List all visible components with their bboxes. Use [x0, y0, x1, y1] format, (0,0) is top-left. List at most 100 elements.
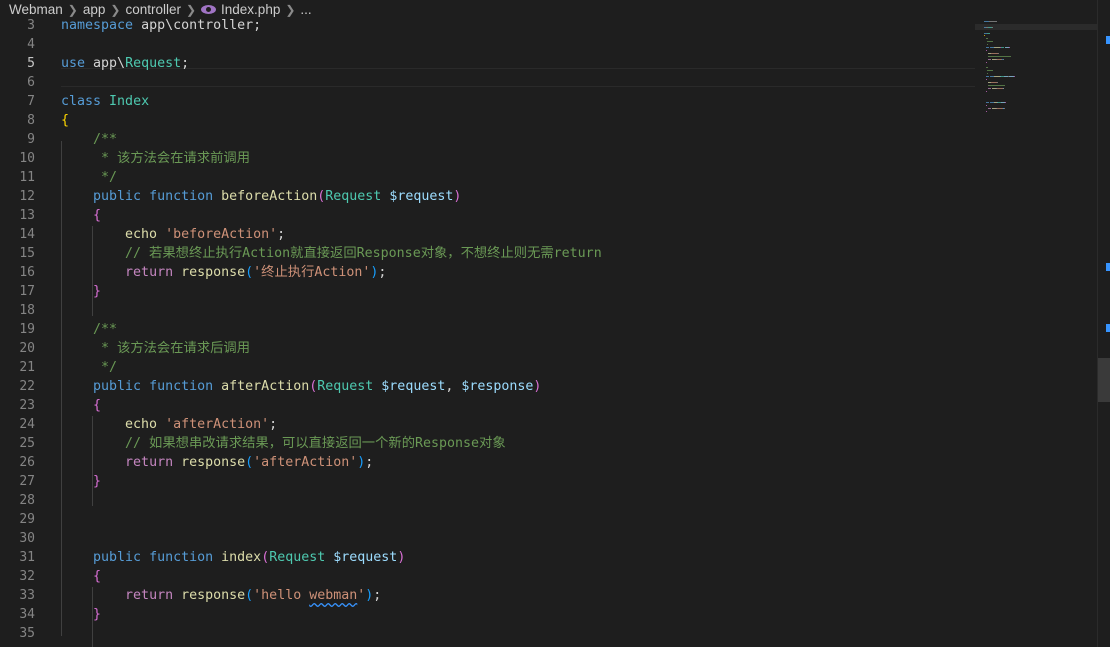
code-line[interactable]: 6 [0, 73, 975, 92]
code-token: 'hello [253, 588, 310, 603]
code-line[interactable]: 9 /** [0, 130, 975, 149]
code-line[interactable]: 29 [0, 510, 975, 529]
minimap-viewport[interactable] [975, 24, 1097, 30]
code-token: { [93, 208, 102, 223]
scrollbar-thumb[interactable] [1098, 358, 1110, 402]
minimap[interactable] [975, 0, 1097, 647]
code-line[interactable]: 5 use app\Request; [0, 54, 975, 73]
code-text: */ [61, 168, 117, 187]
code-text: */ [61, 358, 117, 377]
code-line[interactable]: 8{ [0, 111, 975, 130]
code-line[interactable]: 34 } [0, 605, 975, 624]
code-line[interactable]: 20 * 该方法会在请求后调用 [0, 339, 975, 358]
code-line[interactable]: 23 { [0, 396, 975, 415]
minimap-token [989, 76, 994, 77]
code-line[interactable]: 7 class Index [0, 92, 975, 111]
code-line[interactable]: 10 * 该方法会在请求前调用 [0, 149, 975, 168]
code-token: public [93, 379, 142, 394]
vertical-scrollbar[interactable] [1097, 0, 1110, 647]
code-text: { [61, 567, 101, 586]
code-token: ) [533, 379, 542, 394]
breadcrumb-item-symbols[interactable]: ... [300, 2, 311, 17]
code-line[interactable]: 19 /** [0, 320, 975, 339]
code-line[interactable]: 15 // 若果想终止执行Action就直接返回Response对象，不想终止则… [0, 244, 975, 263]
minimap-token [987, 32, 990, 34]
code-line[interactable]: 25 // 如果想串改请求结果，可以直接返回一个新的Response对象 [0, 434, 975, 453]
code-text: // 若果想终止执行Action就直接返回Response对象，不想终止则无需r… [61, 244, 602, 263]
code-token: // 若果想终止执行Action就直接返回Response对象，不想终止则无需r… [61, 246, 602, 261]
breadcrumb-item-controller[interactable]: controller [125, 2, 181, 17]
code-line[interactable]: 14 echo 'beforeAction'; [0, 225, 975, 244]
code-line[interactable]: 35 [0, 624, 975, 643]
code-text: return response('afterAction'); [61, 453, 373, 472]
code-token: return [125, 265, 174, 280]
breadcrumb-item-app[interactable]: app [83, 2, 106, 17]
line-number: 13 [19, 208, 35, 223]
code-line[interactable]: 4 [0, 35, 975, 54]
minimap-token [986, 38, 988, 40]
code-line[interactable]: 17 } [0, 282, 975, 301]
code-line[interactable]: 12 public function beforeAction(Request … [0, 187, 975, 206]
code-token: } [93, 284, 102, 299]
minimap-token [986, 41, 993, 43]
minimap-token [1005, 102, 1006, 104]
breadcrumb-item-root[interactable]: Webman [9, 2, 63, 17]
code-line[interactable]: 26 return response('afterAction'); [0, 453, 975, 472]
line-number: 29 [19, 512, 35, 527]
minimap-token [988, 55, 1011, 57]
code-line[interactable]: 22 public function afterAction(Request $… [0, 377, 975, 396]
code-line[interactable]: 16 return response('终止执行Action'); [0, 263, 975, 282]
line-number: 6 [27, 75, 35, 90]
code-token: app\controller; [133, 18, 262, 33]
code-token: ) [453, 189, 462, 204]
minimap-token [989, 20, 997, 22]
code-token: echo [61, 227, 166, 242]
breadcrumb-item-file[interactable]: Index.php [221, 2, 280, 17]
code-token: // 如果想串改请求结果，可以直接返回一个新的Response对象 [61, 436, 506, 451]
line-number: 10 [19, 151, 35, 166]
code-token: Request [269, 550, 326, 565]
minimap-token [986, 49, 987, 51]
minimap-token [986, 44, 988, 46]
code-line[interactable]: 33 return response('hello webman'); [0, 586, 975, 605]
minimap-token [1013, 76, 1015, 77]
code-line[interactable]: 18 [0, 301, 975, 320]
code-token: ) [397, 550, 406, 565]
code-line[interactable]: 28 [0, 491, 975, 510]
code-line[interactable]: 21 */ [0, 358, 975, 377]
code-token: ; [378, 265, 387, 280]
code-token: Request [325, 189, 382, 204]
code-line[interactable]: 31 public function index(Request $reques… [0, 548, 975, 567]
code-token: index [221, 550, 262, 565]
code-token: use [61, 56, 86, 71]
code-line[interactable]: 32 { [0, 567, 975, 586]
line-number: 11 [19, 170, 35, 185]
code-line[interactable]: 13 { [0, 206, 975, 225]
minimap-token [1000, 47, 1004, 48]
line-number: 12 [19, 189, 35, 204]
code-line[interactable]: 24 echo 'afterAction'; [0, 415, 975, 434]
minimap-token [997, 81, 998, 83]
code-token: * 该方法会在请求前调用 [61, 151, 251, 166]
code-line[interactable]: 11 */ [0, 168, 975, 187]
code-text: } [61, 282, 101, 301]
line-number: 8 [27, 113, 35, 128]
minimap-token [1000, 76, 1004, 77]
code-editor[interactable]: 23namespace app\controller;45use app\Req… [0, 0, 975, 647]
line-number: 23 [19, 398, 35, 413]
code-text: /** [61, 130, 117, 149]
code-token: ; [277, 227, 286, 242]
code-line[interactable]: 30 [0, 529, 975, 548]
code-line[interactable]: 27 } [0, 472, 975, 491]
